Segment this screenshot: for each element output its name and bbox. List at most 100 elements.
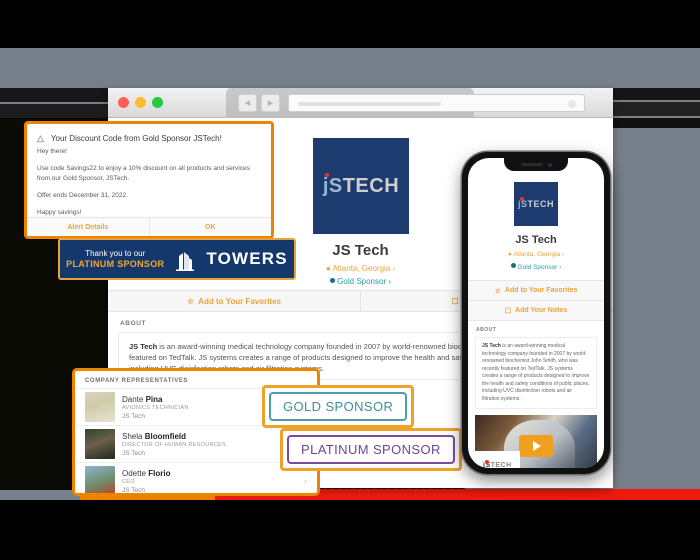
logo-word-tech: TECH <box>527 199 555 209</box>
phone-favorites-label: Add to Your Favorites <box>504 287 578 294</box>
alert-buttons: Alert Details OK <box>27 217 271 236</box>
sponsor-dot-icon <box>329 278 335 283</box>
company-location-label: Atlanta, Georgia <box>332 264 391 273</box>
backdrop-left-block-1 <box>0 88 108 102</box>
sponsor-dot-icon <box>510 263 516 268</box>
logo-dot-icon <box>519 197 524 201</box>
video-brand-badge: jSTECH <box>475 451 520 468</box>
rep-first-name: Shela <box>122 431 145 441</box>
phone-video-player[interactable]: jSTECH 0:00 ● ⛶ <box>475 415 597 468</box>
banner-sponsor-level: PLATINUM SPONSOR <box>66 259 165 269</box>
backdrop-right-block-1 <box>612 88 700 100</box>
chevron-right-icon: › <box>388 277 392 286</box>
phone-page-title: JS Tech <box>515 234 557 246</box>
avatar <box>85 429 115 459</box>
alert-dialog: △ Your Discount Code from Gold Sponsor J… <box>24 121 274 239</box>
backdrop-top-black <box>0 0 700 48</box>
about-lead: JS Tech <box>129 342 158 351</box>
phone-mockup: jSTECH JS Tech ● Atlanta, Georgia › Gold… <box>462 152 610 474</box>
rep-company: JS Tech <box>122 486 146 494</box>
add-to-favorites-label: Add to Your Favorites <box>198 296 281 306</box>
phone-about-card: JS Tech is an award-winning medical tech… <box>475 337 597 409</box>
alert-title: Your Discount Code from Gold Sponsor JST… <box>50 134 222 143</box>
chevron-right-icon: › <box>304 476 307 486</box>
maximize-icon[interactable] <box>152 97 163 108</box>
avatar <box>85 466 115 493</box>
close-icon[interactable] <box>118 97 129 108</box>
nav-buttons: ◀ ▶ <box>238 94 280 112</box>
back-icon[interactable]: ◀ <box>238 94 257 112</box>
logo-dot-icon <box>324 172 329 177</box>
alert-details-button[interactable]: Alert Details <box>27 218 149 236</box>
rep-name: Shela Bloomfield <box>122 432 226 441</box>
chevron-right-icon: › <box>559 264 562 271</box>
banner-thank-you: Thank you to our <box>85 249 146 258</box>
chevron-right-icon: › <box>392 264 396 273</box>
minimize-icon[interactable] <box>135 97 146 108</box>
avatar <box>85 392 115 422</box>
phone-add-to-favorites-button[interactable]: ☆ Add to Your Favorites <box>468 281 604 301</box>
screenshot-stage: ◀ ▶ jSTECH JS Tech ● Atlanta, Georgia › <box>0 0 700 560</box>
phone-sponsor-level[interactable]: Gold Sponsor › <box>468 263 604 271</box>
rep-first-name: Odette <box>122 468 149 478</box>
banner-brand-name: TOWERS <box>206 249 288 268</box>
forward-icon[interactable]: ▶ <box>261 94 280 112</box>
logo-letter-s: S <box>328 174 343 197</box>
platinum-sponsor-badge-frame: PLATINUM SPONSOR <box>280 428 462 471</box>
phone-action-list: ☆ Add to Your Favorites ☐ Add Your Notes <box>468 280 604 321</box>
alert-paragraph-2: Offer ends December 31, 2022. <box>37 192 128 199</box>
logo-word-tech: TECH <box>342 174 400 197</box>
phone-notes-label: Add Your Notes <box>515 307 568 314</box>
backdrop-right-block-2 <box>612 102 700 116</box>
chevron-right-icon: › <box>562 251 565 258</box>
banner-text-group: Thank you to our PLATINUM SPONSOR <box>66 248 164 270</box>
phone-company-logo: jSTECH <box>514 182 558 226</box>
status-badge: GOLD SPONSOR <box>269 392 408 421</box>
about-section-label: ABOUT <box>120 320 147 327</box>
notes-icon: ☐ <box>504 307 512 315</box>
phone-logo-text: jSTECH <box>518 197 555 209</box>
rep-first-name: Dante <box>122 394 146 404</box>
reload-icon[interactable] <box>568 100 576 108</box>
add-to-favorites-button[interactable]: ☆ Add to Your Favorites <box>108 291 360 311</box>
backdrop-bottom-black <box>0 500 700 560</box>
address-bar[interactable] <box>288 94 585 112</box>
company-logo-text: jSTECH <box>323 172 400 198</box>
building-icon <box>176 252 195 271</box>
notes-icon: ☐ <box>451 296 459 306</box>
phone-screen: jSTECH JS Tech ● Atlanta, Georgia › Gold… <box>468 158 604 468</box>
phone-about-label: ABOUT <box>476 327 497 333</box>
rep-last-name: Pina <box>145 394 163 404</box>
bell-icon: △ <box>37 133 44 143</box>
phone-add-notes-button[interactable]: ☐ Add Your Notes <box>468 301 604 321</box>
phone-sponsor-label: Gold Sponsor <box>517 264 558 271</box>
phone-location-label: Atlanta, Georgia <box>513 251 561 258</box>
rep-role: DIRECTOR OF HUMAN RESOURCES <box>122 441 226 448</box>
rep-company: JS Tech <box>122 412 146 420</box>
url-text-placeholder <box>298 102 441 106</box>
status-badge: PLATINUM SPONSOR <box>287 435 455 464</box>
location-pin-icon: ● <box>507 251 512 258</box>
alert-greeting: Hey there! <box>37 148 67 155</box>
platinum-sponsor-banner[interactable]: Thank you to our PLATINUM SPONSOR TOWERS <box>58 238 296 280</box>
speaker-icon <box>520 163 543 166</box>
rep-company: JS Tech <box>122 449 146 457</box>
logo-dot-icon <box>485 460 489 464</box>
rep-name: Dante Pina <box>122 395 189 404</box>
alert-title-row: △ Your Discount Code from Gold Sponsor J… <box>27 124 271 144</box>
alert-ok-button[interactable]: OK <box>148 218 272 236</box>
logo-word-tech: TECH <box>490 462 512 468</box>
backdrop-left-block-2 <box>0 104 108 118</box>
rep-last-name: Bloomfield <box>144 431 187 441</box>
phone-company-location[interactable]: ● Atlanta, Georgia › <box>468 251 604 258</box>
gold-sponsor-badge-frame: GOLD SPONSOR <box>262 385 415 428</box>
camera-icon <box>547 162 552 167</box>
location-pin-icon: ● <box>325 264 331 273</box>
rep-last-name: Florio <box>148 468 171 478</box>
phone-about-lead: JS Tech <box>482 343 501 349</box>
backdrop-right-block-3 <box>612 118 700 128</box>
traffic-lights <box>118 97 163 108</box>
play-button[interactable] <box>519 435 553 458</box>
browser-chrome: ◀ ▶ <box>108 88 613 118</box>
rep-role: AVIONICS TECHNICIAN <box>122 404 189 411</box>
